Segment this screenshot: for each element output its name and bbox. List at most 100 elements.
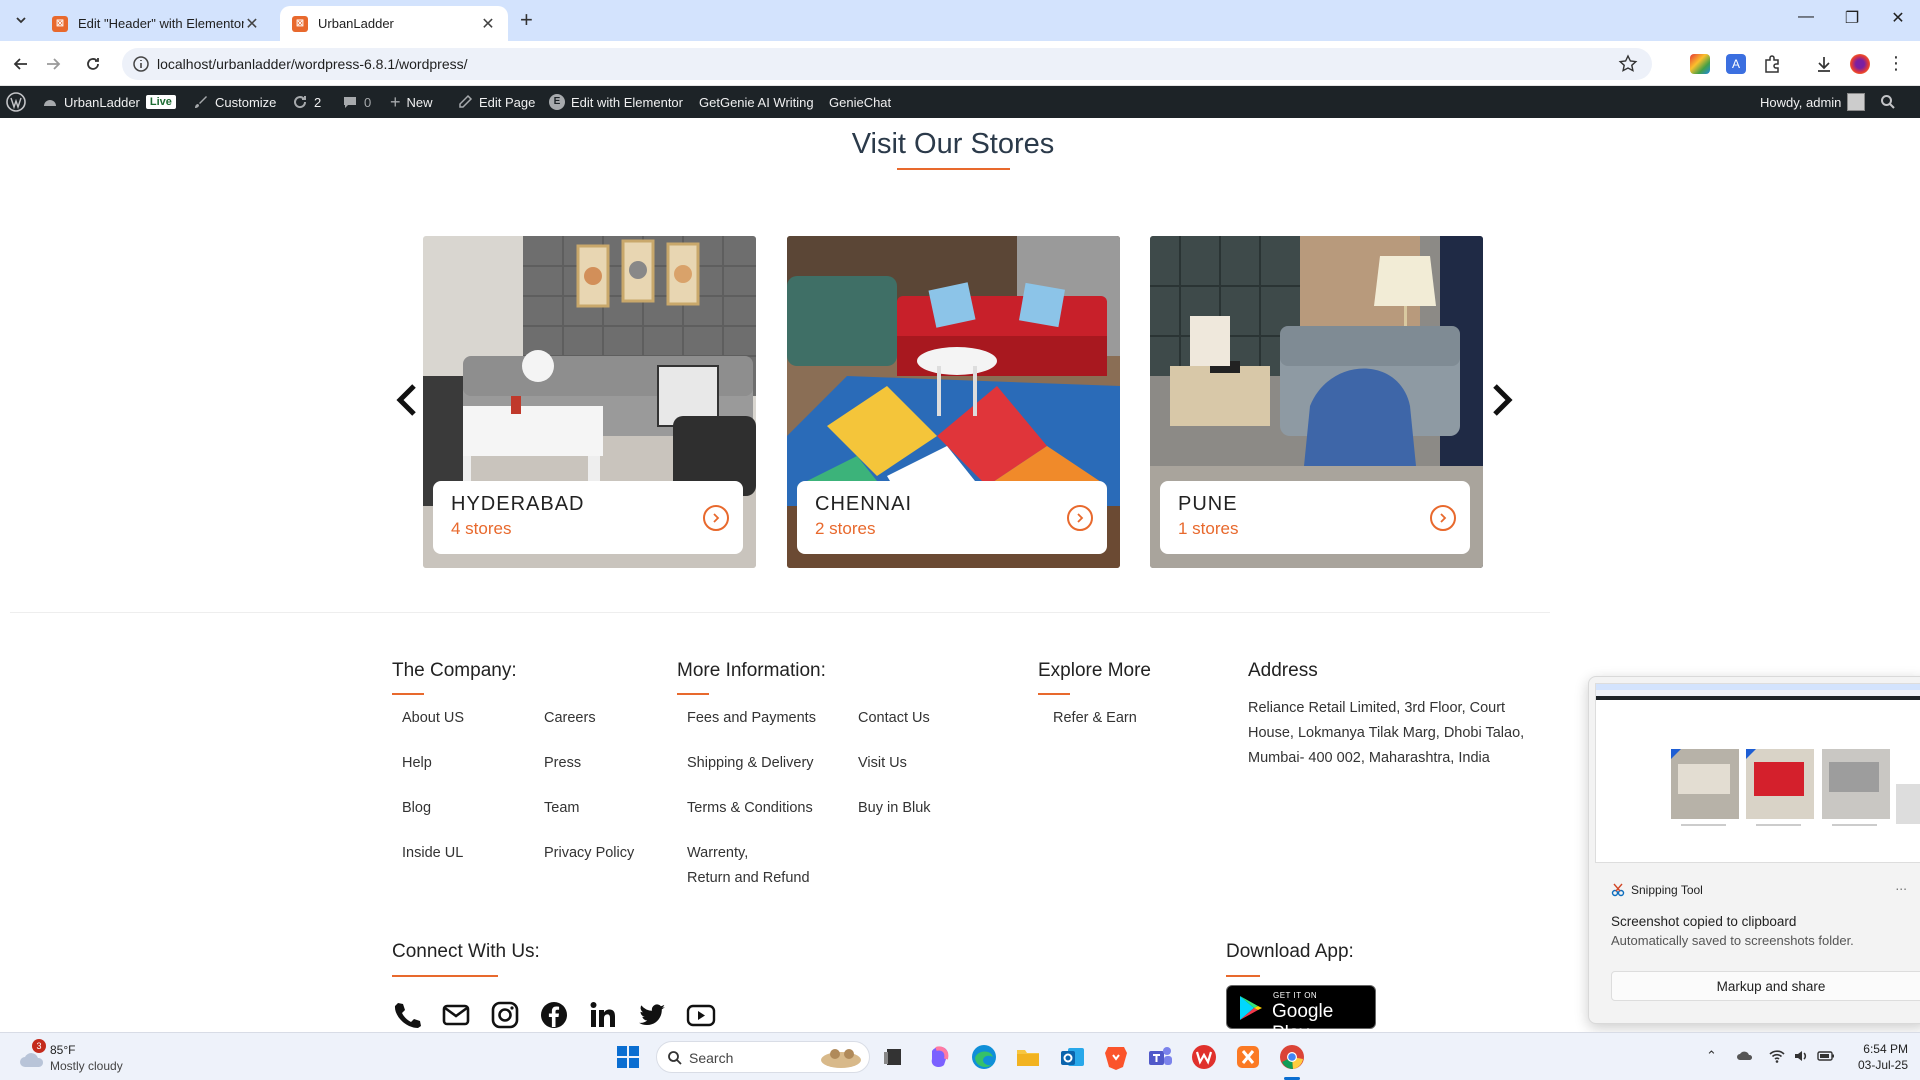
store-card-chennai[interactable]: CHENNAI 2 stores [787,236,1120,568]
taskbar-clock[interactable]: 6:54 PM 03-Jul-25 [1848,1041,1908,1073]
snipping-tool-notification[interactable]: Snipping Tool ... Screenshot copied to c… [1588,676,1920,1024]
url-text[interactable]: localhost/urbanladder/wordpress-6.8.1/wo… [157,56,468,72]
adminbar-new[interactable]: + New [390,86,433,118]
clock-date: 03-Jul-25 [1857,1058,1908,1072]
extension-color-icon[interactable] [1690,54,1710,74]
taskbar-search-box[interactable]: Search [656,1041,870,1073]
close-icon[interactable]: ✕ [244,14,260,34]
carousel-next-arrow-icon[interactable] [1487,380,1517,420]
back-button[interactable] [8,51,34,77]
store-card-pune[interactable]: PUNE 1 stores [1150,236,1483,568]
minimize-button[interactable]: — [1786,8,1826,26]
battery-icon[interactable] [1816,1047,1836,1065]
facebook-icon[interactable] [539,1000,569,1030]
tab-search-button[interactable] [10,9,32,31]
footer-link-terms[interactable]: Terms & Conditions [687,796,813,821]
footer-link-blog[interactable]: Blog [402,796,431,821]
windows-start-icon[interactable] [614,1043,642,1071]
footer-link-team[interactable]: Team [544,796,579,821]
adminbar-getgenie[interactable]: GetGenie AI Writing [699,86,814,118]
footer-link-inside-ul[interactable]: Inside UL [402,841,463,866]
footer-link-privacy[interactable]: Privacy Policy [544,841,634,866]
store-city: CHENNAI [815,493,913,515]
elementor-favicon-icon: ⊠ [52,15,68,32]
site-info-icon[interactable] [132,55,150,73]
new-tab-button[interactable]: + [520,9,533,31]
instagram-icon[interactable] [490,1000,520,1030]
footer-link-press[interactable]: Press [544,751,581,776]
footer-link-visit[interactable]: Visit Us [858,751,907,776]
chrome-icon[interactable] [1278,1043,1306,1071]
task-view-icon[interactable] [880,1043,908,1071]
extension-translate-icon[interactable]: A [1726,54,1746,74]
adminbar-account[interactable]: Howdy, admin [1760,86,1866,118]
markup-and-share-button[interactable]: Markup and share [1611,971,1920,1001]
bookmark-star-icon[interactable] [1618,54,1638,74]
address-bar[interactable]: localhost/urbanladder/wordpress-6.8.1/wo… [122,48,1652,80]
edit-elementor-label: Edit with Elementor [571,94,683,110]
reload-button[interactable] [80,51,106,77]
file-explorer-icon[interactable] [1014,1043,1042,1071]
footer-link-help[interactable]: Help [402,751,432,776]
adminbar-site-link[interactable]: UrbanLadder Live [42,86,176,118]
adminbar-edit-elementor[interactable]: E Edit with Elementor [549,86,683,118]
email-icon[interactable] [441,1000,471,1030]
close-icon[interactable]: ✕ [480,14,496,34]
stores-section-title: Visit Our Stores [851,128,1055,160]
browser-tab-urbanladder[interactable]: ⊠ UrbanLadder ✕ [280,6,508,41]
twitter-icon[interactable] [637,1000,667,1030]
footer-link-careers[interactable]: Careers [544,706,596,731]
store-city: PUNE [1178,493,1238,515]
adminbar-geniechat[interactable]: GenieChat [829,86,891,118]
footer-link-shipping[interactable]: Shipping & Delivery [687,751,814,776]
youtube-icon[interactable] [686,1000,716,1030]
store-go-button[interactable] [1067,505,1093,531]
taskbar-search-label: Search [689,1050,734,1066]
phone-icon[interactable] [392,1000,422,1030]
footer-link-return-refund[interactable]: Return and Refund [687,866,810,891]
wifi-icon[interactable] [1768,1047,1786,1065]
adminbar-comments[interactable]: 0 [342,86,371,118]
profile-avatar[interactable] [1850,54,1870,74]
footer-link-buy-bulk[interactable]: Buy in Bluk [858,796,931,821]
carousel-prev-arrow-icon[interactable] [392,380,422,420]
extensions-puzzle-icon[interactable] [1762,54,1782,74]
linkedin-icon[interactable] [588,1000,618,1030]
customize-label: Customize [215,94,277,110]
footer-link-about[interactable]: About US [402,706,464,731]
onedrive-sync-icon[interactable] [1736,1047,1754,1065]
footer-link-refer[interactable]: Refer & Earn [1053,706,1137,731]
wps-office-icon[interactable] [1190,1043,1218,1071]
outlook-icon[interactable] [1058,1043,1086,1071]
footer-link-warrenty[interactable]: Warrenty, [687,841,748,866]
google-play-badge[interactable]: GET IT ON Google Play [1226,985,1376,1044]
window-close-button[interactable]: ✕ [1878,8,1918,28]
adminbar-updates[interactable]: 2 [292,86,321,118]
toast-more-options[interactable]: ... [1895,877,1907,893]
wordpress-logo-icon[interactable] [6,86,26,118]
browser-menu-icon[interactable]: ⋮ [1886,54,1906,74]
badge-small-text: GET IT ON [1273,991,1318,1000]
store-card-hyderabad[interactable]: HYDERABAD 4 stores [423,236,756,568]
restore-button[interactable]: ❐ [1832,8,1872,28]
screenshot-thumbnail[interactable] [1595,683,1920,863]
edge-browser-icon[interactable] [970,1043,998,1071]
adminbar-edit-page[interactable]: Edit Page [457,86,535,118]
forward-button[interactable] [40,51,66,77]
browser-tab-elementor[interactable]: ⊠ Edit "Header" with Elementor ✕ [40,6,272,41]
volume-icon[interactable] [1792,1047,1810,1065]
store-go-button[interactable] [1430,505,1456,531]
xampp-icon[interactable] [1234,1043,1262,1071]
adminbar-customize[interactable]: Customize [193,86,276,118]
brave-browser-icon[interactable] [1102,1043,1130,1071]
store-go-button[interactable] [703,505,729,531]
footer-link-fees[interactable]: Fees and Payments [687,706,816,731]
adminbar-search[interactable] [1880,86,1896,118]
tray-overflow-chevron-icon[interactable]: ⌃ [1706,1048,1717,1064]
footer-link-contact[interactable]: Contact Us [858,706,930,731]
download-icon[interactable] [1814,54,1834,74]
weather-widget[interactable]: 3 85°F Mostly cloudy [18,1039,148,1075]
teams-icon[interactable] [1146,1043,1174,1071]
copilot-icon[interactable] [926,1043,954,1071]
new-label: New [406,94,433,110]
